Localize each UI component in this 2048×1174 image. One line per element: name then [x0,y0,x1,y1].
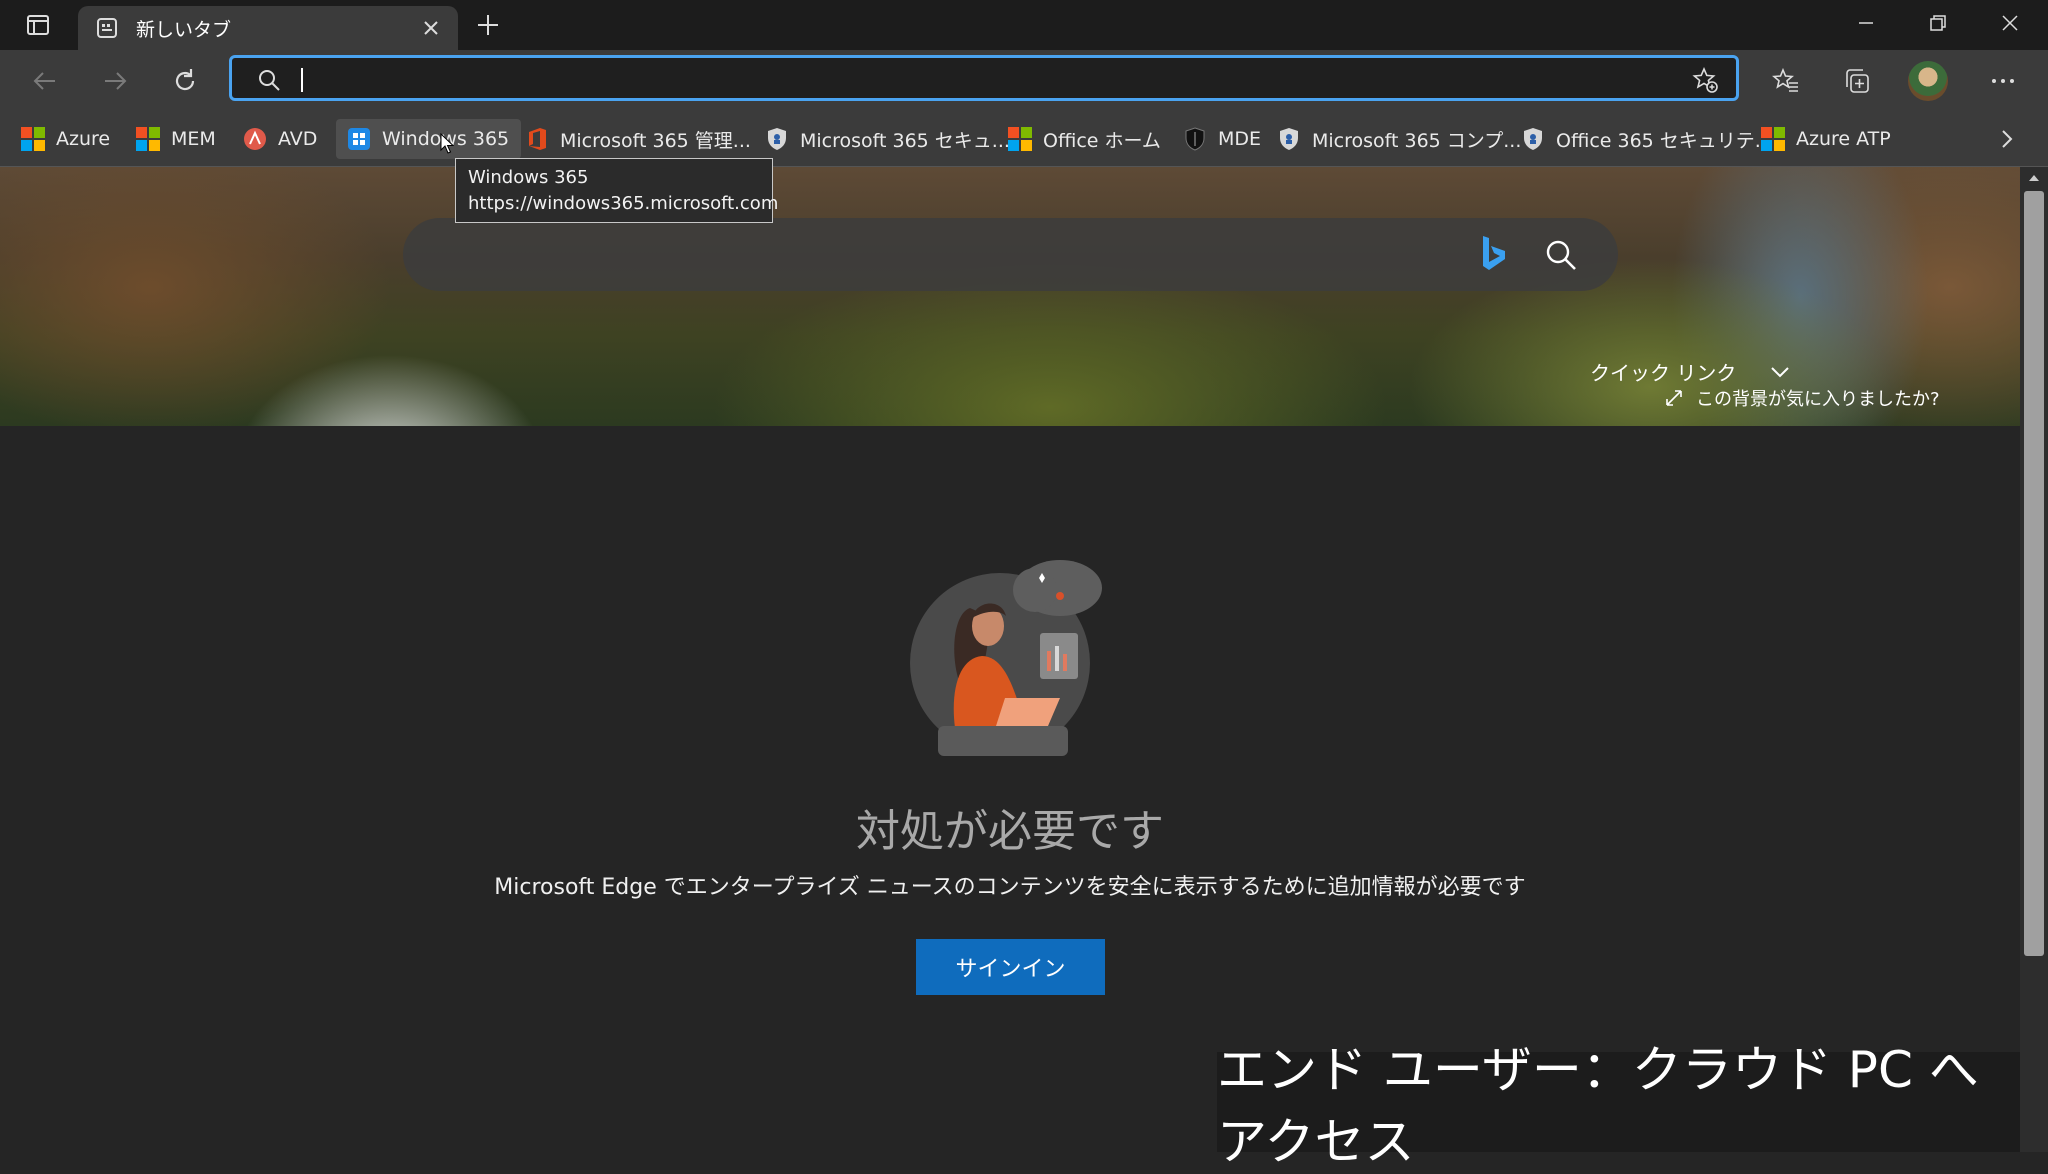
minimize-button[interactable] [1830,0,1902,46]
defender-shield-icon [1182,126,1208,152]
favorite-label: Office ホーム [1043,129,1161,152]
refresh-icon [175,69,195,91]
refresh-button[interactable] [162,58,208,104]
close-icon [424,21,438,35]
info-message: Microsoft Edge でエンタープライズ ニュースのコンテンツを安全に表… [494,875,1526,900]
restore-button[interactable] [1902,0,1974,46]
avd-icon [242,126,268,152]
favorites-button[interactable] [1763,58,1809,104]
star-add-icon [1692,67,1718,93]
tooltip-title: Windows 365 [468,167,589,188]
favorite-avd[interactable]: AVD [232,119,317,159]
security-shield-icon [1520,126,1546,152]
favorite-mem[interactable]: MEM [125,119,216,159]
restore-icon [1930,15,1946,31]
more-icon [1992,79,2014,83]
favorite-azure[interactable]: Azure [10,119,110,159]
favorite-label: Office 365 セキュリテ... [1556,129,1773,152]
page-heading: 対処が必要です [856,806,1164,857]
search-icon [254,65,284,95]
favorites-star-icon [1772,67,1798,92]
microsoft-logo-icon [135,126,161,152]
favorite-azure-atp[interactable]: Azure ATP [1750,119,1891,159]
favorite-label: AVD [278,128,318,150]
tab-title: 新しいタブ [136,18,232,41]
favorite-label: Microsoft 365 コンプ... [1312,129,1522,152]
favorite-windows-365[interactable]: Windows 365 [336,119,522,159]
settings-more-button[interactable] [1980,58,2026,104]
forward-arrow-icon [105,72,127,90]
favorites-bar: Azure MEM AVD Windows 365 Microsoft 365 … [0,112,2048,167]
window-close-button[interactable] [1974,0,2046,46]
microsoft-logo-icon [1007,126,1033,152]
bookmark-tooltip: Windows 365 https://windows365.microsoft… [455,158,779,223]
plus-icon [478,15,498,35]
favorites-overflow-button[interactable] [1992,119,2022,159]
collections-icon [1846,69,1869,93]
security-shield-icon [764,126,790,152]
web-search-button[interactable] [1540,234,1582,276]
background-info-label: この背景が気に入りましたか? [1696,389,1940,410]
favorite-m365-compliance[interactable]: Microsoft 365 コンプ... [1266,119,1521,159]
bing-logo-icon [1483,236,1505,270]
person-with-laptop-illustration [910,560,1102,756]
favorite-label: Azure ATP [1796,128,1891,150]
microsoft-logo-icon [20,126,46,152]
scroll-up-arrow-icon[interactable] [2026,171,2042,185]
microsoft-logo-icon [1760,126,1786,152]
title-bar: 新しいタブ [0,0,2048,50]
security-shield-icon [1276,126,1302,152]
quick-links-toggle[interactable]: クイック リンク [1590,357,1790,386]
favorite-label: Microsoft 365 セキュ... [800,129,1010,152]
forward-button[interactable] [92,58,138,104]
page-scrollbar[interactable] [2020,167,2048,1152]
text-caret [301,68,303,92]
background-image: クイック リンク この背景が気に入りましたか? [0,167,2020,426]
favorite-office-home[interactable]: Office ホーム [997,119,1161,159]
address-bar[interactable] [229,55,1739,101]
tab-actions-button[interactable] [14,8,62,42]
web-search-input[interactable] [443,236,1447,274]
mouse-cursor-icon [440,133,454,154]
search-icon [1546,240,1576,270]
tab-actions-icon [27,15,49,35]
windows-365-icon [346,126,372,152]
expand-icon [1666,390,1682,406]
favorite-label: MDE [1218,128,1262,150]
new-tab-button[interactable] [468,8,508,42]
tooltip-url: https://windows365.microsoft.com [468,193,779,214]
favorite-label: MEM [171,128,216,150]
chevron-right-icon [2002,130,2013,148]
chevron-down-icon [1771,366,1790,377]
back-arrow-icon [33,72,55,90]
address-input[interactable] [298,62,1602,96]
close-icon [2002,15,2018,31]
favorite-o365-security[interactable]: Office 365 セキュリテ... [1510,119,1773,159]
web-search-box[interactable] [403,218,1618,291]
favorite-m365-security[interactable]: Microsoft 365 セキュ... [754,119,1010,159]
signin-button[interactable]: サインイン [916,939,1105,995]
favorite-mde[interactable]: MDE [1172,119,1261,159]
minimize-icon [1859,22,1873,24]
collections-button[interactable] [1834,58,1880,104]
favorite-label: Microsoft 365 管理... [560,129,751,152]
video-caption: エンド ユーザー：クラウド PC へアクセス [1217,1041,2020,1171]
back-button[interactable] [22,58,68,104]
tab-close-button[interactable] [416,13,446,43]
tab-new-tab[interactable]: 新しいタブ [78,6,458,50]
add-favorite-button[interactable] [1690,65,1720,95]
new-tab-page-icon [92,13,122,43]
favorite-label: Azure [56,128,111,150]
scrollbar-thumb[interactable] [2024,191,2044,956]
favorite-m365-admin[interactable]: Microsoft 365 管理... [514,119,751,159]
profile-avatar[interactable] [1908,61,1948,101]
quick-links-label: クイック リンク [1590,361,1737,385]
background-info-link[interactable]: この背景が気に入りましたか? [1664,385,1940,411]
toolbar [0,50,2048,112]
office-icon [524,126,550,152]
